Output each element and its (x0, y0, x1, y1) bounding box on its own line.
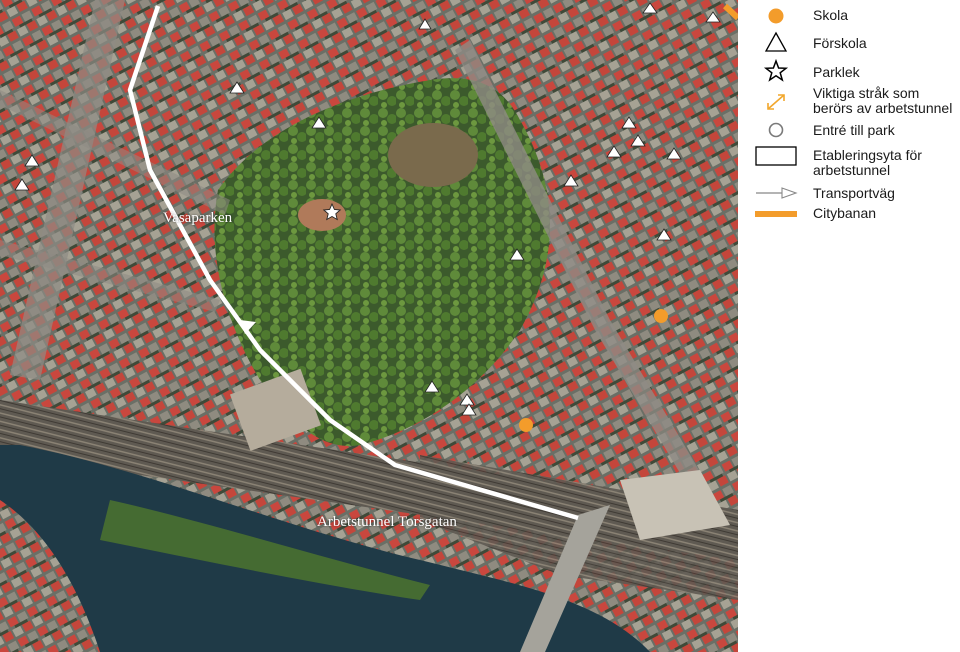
double-arrow-icon (767, 94, 785, 110)
legend-label: Skola (813, 7, 849, 23)
aerial-map[interactable]: Vasaparken Arbetstunnel Torsgatan (0, 0, 738, 652)
star-outline-icon (763, 59, 789, 82)
legend-label: Transportväg (813, 185, 895, 201)
school-marker (654, 309, 668, 323)
park-label: Vasaparken (163, 210, 233, 226)
legend-label: Etableringsyta för arbetstunnel (813, 147, 922, 178)
tunnel-label: Arbetstunnel Torsgatan (317, 514, 457, 530)
school-marker (519, 418, 533, 432)
legend-label: Citybanan (813, 205, 877, 221)
line-icon (755, 211, 797, 217)
orange-circle-icon (768, 8, 784, 24)
legend-label: Viktiga stråk som berörs av arbetstunnel (813, 85, 953, 116)
legend-label: Entré till park (813, 122, 895, 138)
circle-outline-icon (768, 122, 784, 138)
triangle-outline-icon (764, 31, 788, 52)
map-canvas (0, 0, 738, 652)
legend-label: Förskola (813, 35, 867, 51)
map-legend: Skola Förskola Parklek Viktiga stråk som… (738, 0, 960, 652)
rectangle-outline-icon (755, 146, 797, 166)
legend-label: Parklek (813, 64, 860, 80)
